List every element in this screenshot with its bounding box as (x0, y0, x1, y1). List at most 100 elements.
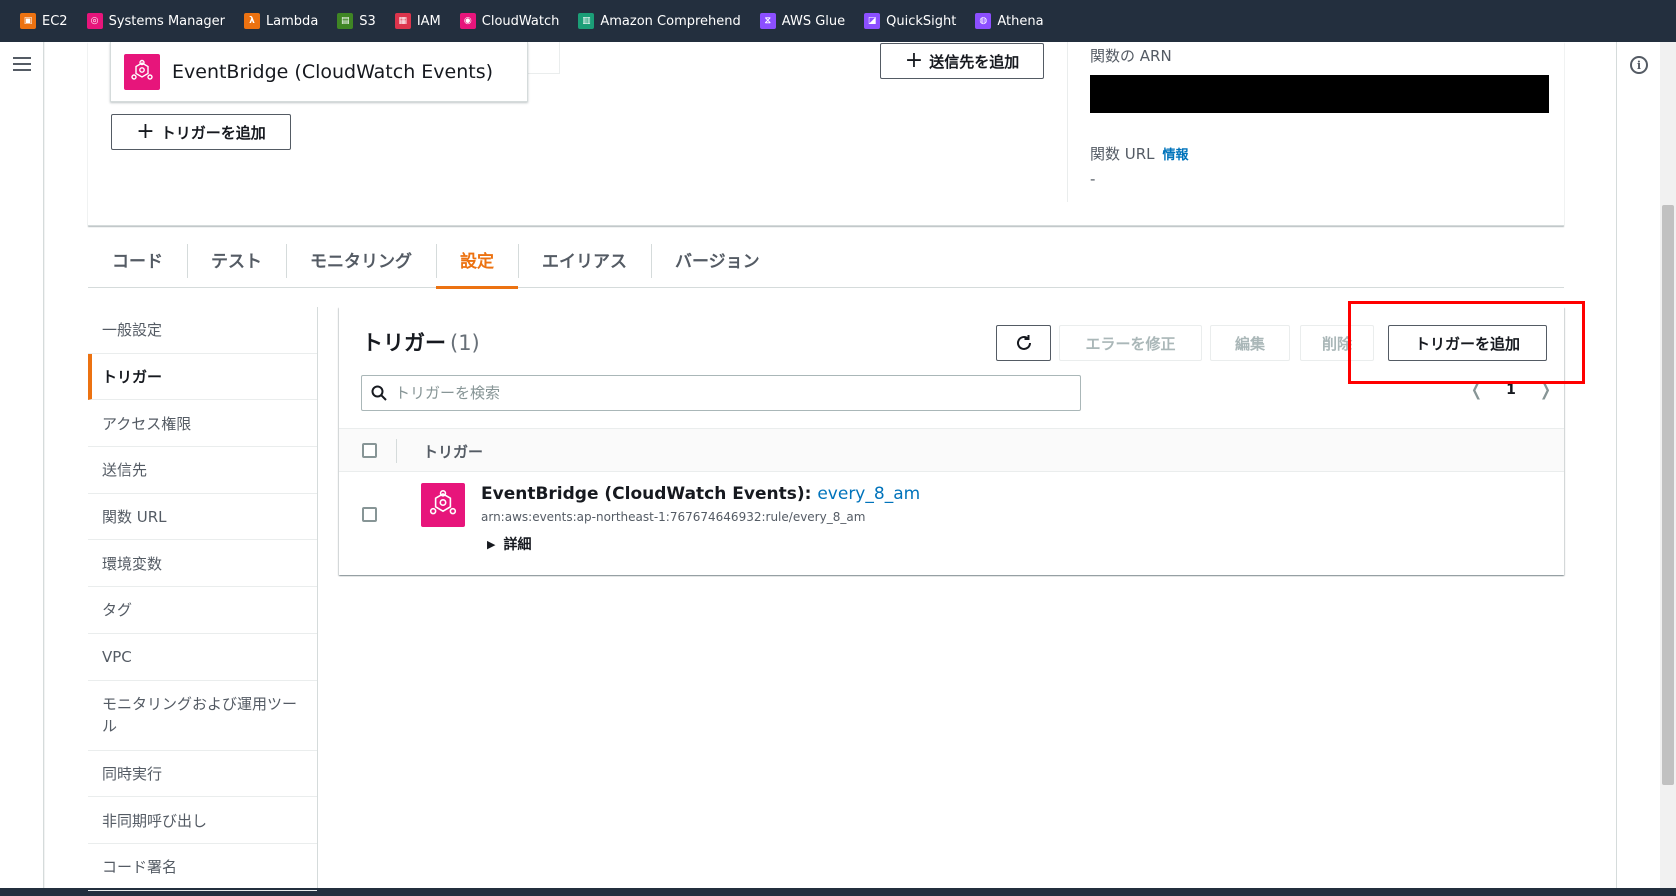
sidenav-item-3[interactable]: 送信先 (88, 447, 317, 494)
favorite-athena[interactable]: ◍ Athena (975, 13, 1044, 29)
function-tabs: コード テスト モニタリング 設定 エイリアス バージョン (88, 232, 1564, 289)
favorite-label: Athena (997, 13, 1044, 29)
page-number[interactable]: 1 (1506, 382, 1516, 398)
fix-errors-button[interactable]: エラーを修正 (1059, 325, 1202, 361)
sidenav-item-10[interactable]: 非同期呼び出し (88, 797, 317, 844)
info-icon[interactable]: i (1630, 56, 1648, 74)
eventbridge-icon (124, 53, 160, 90)
sidenav-item-4[interactable]: 関数 URL (88, 494, 317, 541)
sidenav-item-7[interactable]: VPC (88, 634, 317, 681)
amazon-comprehend-icon: ▥ (578, 13, 595, 29)
aws-glue-icon: ⧖ (759, 13, 776, 29)
trigger-source-label: EventBridge (CloudWatch Events): (481, 484, 812, 504)
trigger-details-label: 詳細 (503, 537, 532, 553)
lambda-icon: λ (243, 13, 260, 29)
add-trigger-button[interactable]: トリガーを追加 (1388, 325, 1547, 361)
plus-icon: + (904, 48, 924, 73)
triggers-table-header: トリガー (339, 428, 1564, 472)
ec2-icon: ▣ (20, 13, 36, 29)
quicksight-icon: ◪ (864, 13, 881, 29)
favorite-ec2[interactable]: ▣ EC2 (20, 13, 68, 29)
trigger-details-toggle[interactable]: ▶ 詳細 (487, 534, 531, 554)
overview-divider (1067, 42, 1068, 202)
favorite-lambda[interactable]: λ Lambda (243, 13, 319, 29)
favorite-quicksight[interactable]: ◪ QuickSight (864, 13, 956, 29)
refresh-icon (1016, 335, 1031, 350)
favorite-label: Amazon Comprehend (600, 13, 741, 29)
favorite-label: CloudWatch (481, 13, 560, 29)
sidenav-item-11[interactable]: コード署名 (88, 844, 317, 891)
chevron-right-icon[interactable]: ❭ (1538, 379, 1553, 400)
tab-1[interactable]: テスト (187, 232, 286, 288)
caret-right-icon: ▶ (487, 537, 496, 551)
favorite-label: S3 (359, 13, 376, 29)
favorite-label: Lambda (265, 13, 319, 29)
favorite-label: AWS Glue (781, 13, 846, 29)
favorite-label: IAM (416, 13, 441, 29)
search-icon (371, 385, 387, 401)
function-url-info-link[interactable]: 情報 (1163, 148, 1189, 163)
edit-button[interactable]: 編集 (1210, 325, 1290, 361)
delete-button[interactable]: 削除 (1300, 325, 1374, 361)
row-checkbox[interactable] (362, 507, 377, 522)
tab-4[interactable]: エイリアス (518, 232, 651, 288)
favorite-amazon-comprehend[interactable]: ▥ Amazon Comprehend (578, 13, 741, 29)
trigger-source-card[interactable]: EventBridge (CloudWatch Events) (110, 42, 528, 102)
tab-2[interactable]: モニタリング (286, 232, 436, 288)
trigger-rule-link[interactable]: every_8_am (817, 484, 920, 504)
triggers-title-text: トリガー (362, 331, 446, 355)
refresh-button[interactable] (996, 325, 1051, 361)
function-arn-redacted (1090, 75, 1549, 113)
pagination: ❬ 1 ❭ (1469, 379, 1553, 400)
scrollbar-thumb[interactable] (1662, 205, 1674, 785)
add-destination-button[interactable]: + 送信先を追加 (880, 43, 1044, 79)
chevron-left-icon[interactable]: ❬ (1469, 379, 1484, 400)
athena-icon: ◍ (975, 13, 992, 29)
sidenav-item-5[interactable]: 環境変数 (88, 540, 317, 588)
eventbridge-icon (421, 483, 465, 527)
favorite-iam[interactable]: ▦ IAM (394, 13, 441, 29)
favorite-s3[interactable]: ▤ S3 (337, 13, 376, 29)
left-nav-strip (0, 42, 44, 888)
trigger-arn: arn:aws:events:ap-northeast-1:7676746469… (481, 510, 866, 524)
favorite-aws-glue[interactable]: ⧖ AWS Glue (759, 13, 846, 29)
select-all-checkbox[interactable] (362, 443, 377, 458)
header-separator (396, 439, 397, 463)
favorites-bar: ▣ EC2 ◎ Systems Manager λ Lambda ▤ S3 ▦ IAM ◉ Cloud… (0, 0, 1676, 42)
systems-manager-icon: ◎ (86, 13, 103, 29)
trigger-source-name: EventBridge (CloudWatch Events) (172, 60, 494, 83)
function-url-label-text: 関数 URL (1090, 145, 1155, 163)
configuration-side-nav: 一般設定 トリガー アクセス権限 送信先 関数 URL 環境変数 タグ VPC モニタリングおよ… (88, 307, 318, 891)
sidenav-item-2[interactable]: アクセス権限 (88, 400, 317, 448)
favorite-systems-manager[interactable]: ◎ Systems Manager (86, 13, 225, 29)
add-trigger-button-overview[interactable]: + トリガーを追加 (111, 114, 291, 150)
plus-icon: + (136, 119, 155, 144)
trigger-row-title: EventBridge (CloudWatch Events): every_8… (481, 484, 920, 504)
sidenav-item-9[interactable]: 同時実行 (88, 751, 317, 798)
tab-3[interactable]: 設定 (436, 232, 518, 289)
favorite-label: Systems Manager (108, 13, 225, 29)
function-arn-label: 関数の ARN (1090, 47, 1172, 65)
function-url-value: - (1090, 170, 1096, 188)
tab-0[interactable]: コード (88, 232, 187, 288)
triggers-title: トリガー (1) (362, 327, 480, 357)
hamburger-menu-icon[interactable] (13, 57, 31, 71)
function-card-edge (528, 42, 560, 74)
tab-5[interactable]: バージョン (651, 232, 784, 288)
function-url-label: 関数 URL 情報 (1090, 143, 1189, 164)
triggers-panel: トリガー(1) エラーを修正 編集 削除 トリガーを追加 ❬ 1 ❭ トリガー … (339, 307, 1564, 575)
favorite-label: EC2 (42, 13, 68, 29)
sidenav-item-6[interactable]: タグ (88, 587, 317, 634)
trigger-search-input[interactable] (395, 384, 1055, 402)
sidenav-item-0[interactable]: 一般設定 (88, 307, 317, 354)
trigger-search (361, 375, 1081, 411)
favorite-cloudwatch[interactable]: ◉ CloudWatch (459, 13, 560, 29)
right-tools-strip: i (1616, 42, 1660, 888)
favorite-label: QuickSight (886, 13, 957, 29)
add-destination-label: 送信先を追加 (929, 52, 1020, 71)
s3-icon: ▤ (337, 13, 354, 29)
sidenav-item-1[interactable]: トリガー (88, 353, 317, 401)
sidenav-item-8[interactable]: モニタリングおよび運用ツール (88, 681, 317, 751)
add-trigger-label: トリガーを追加 (160, 123, 266, 142)
iam-icon: ▦ (394, 13, 411, 29)
